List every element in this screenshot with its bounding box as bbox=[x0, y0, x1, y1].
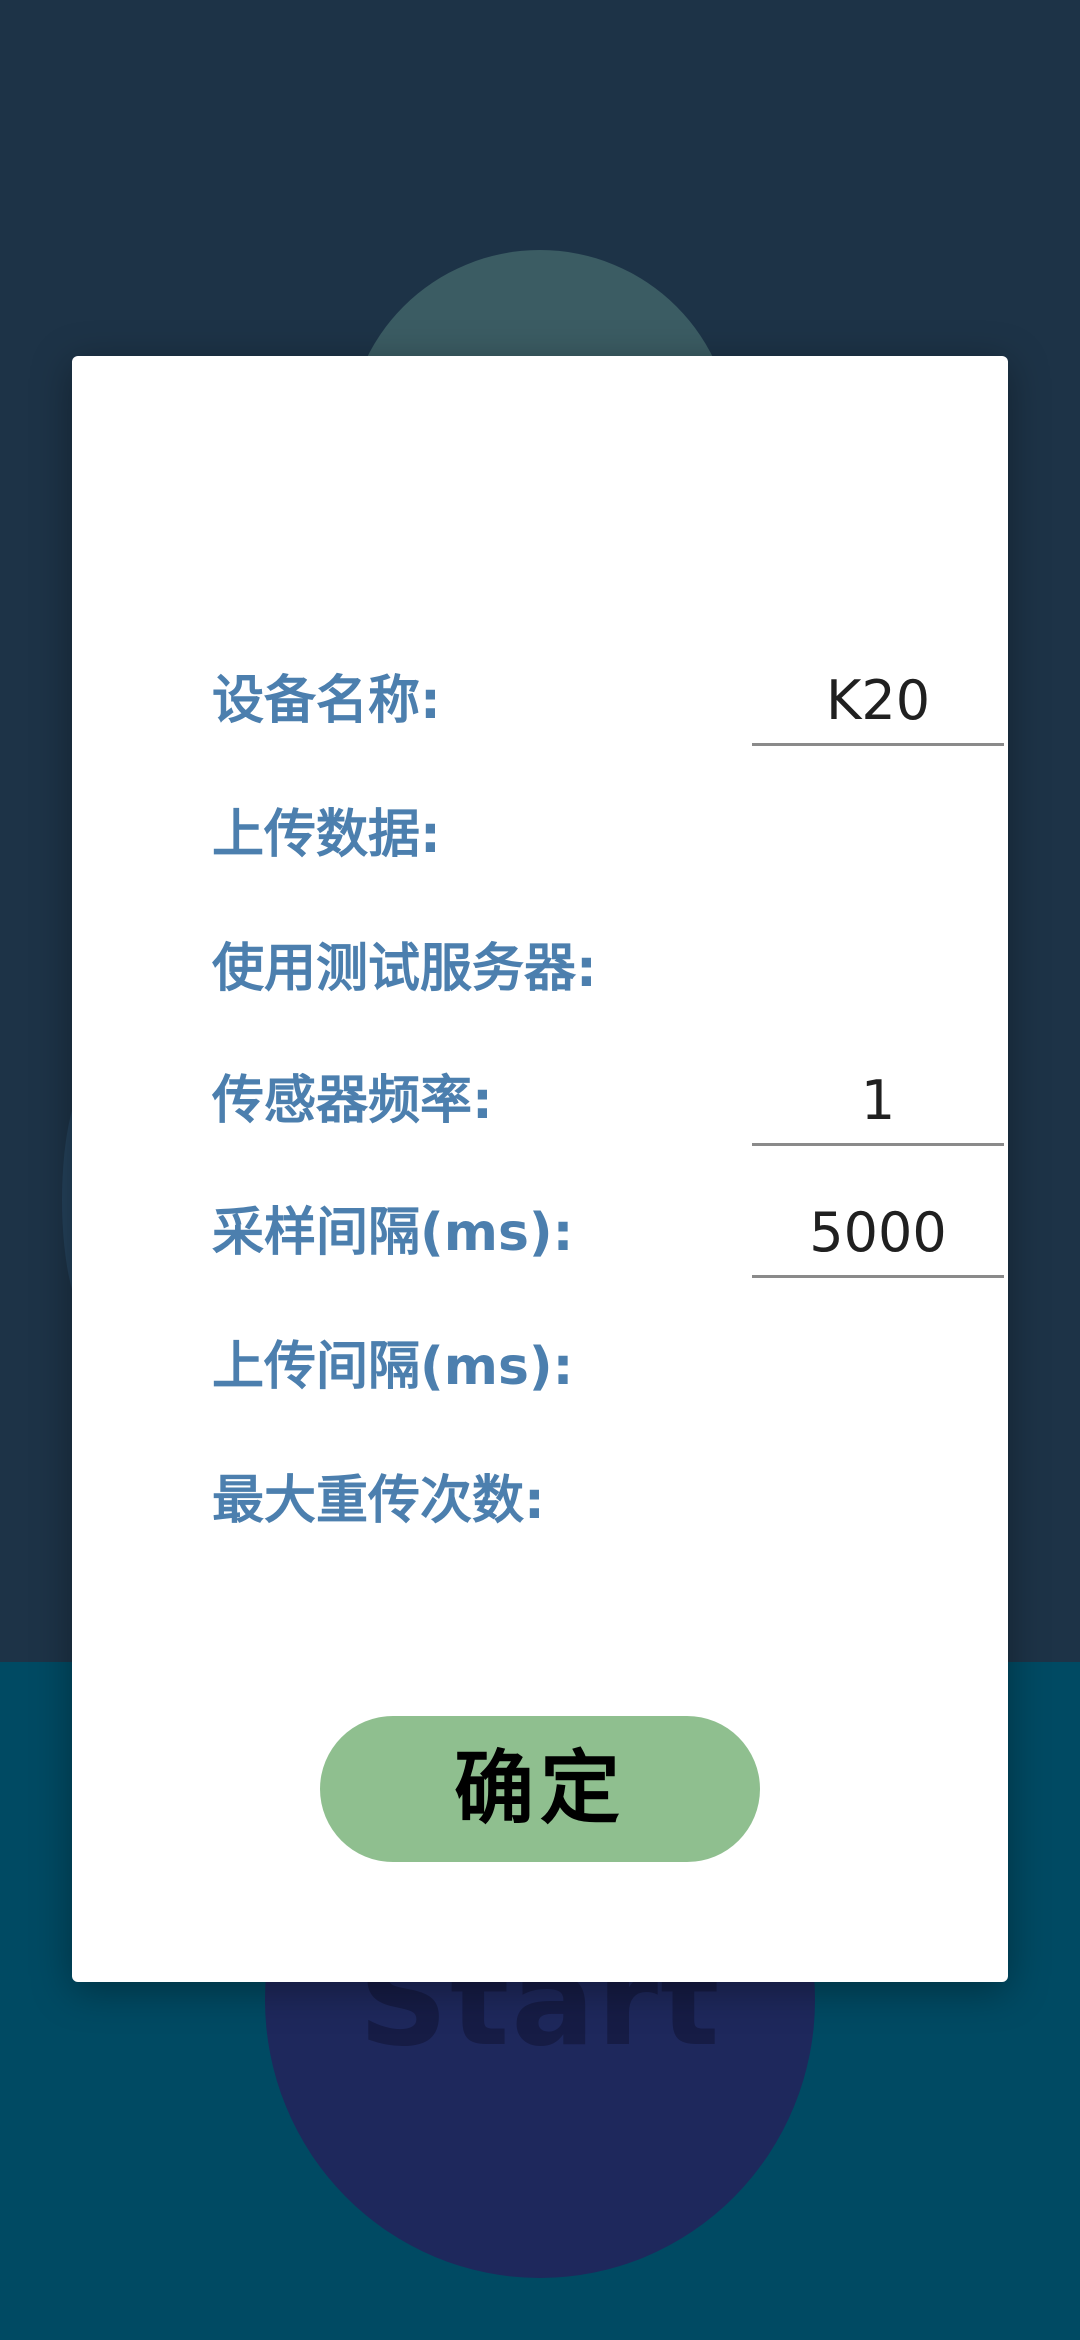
row-upload-interval: 上传间隔(ms): bbox=[212, 1322, 952, 1412]
upload-data-label: 上传数据: bbox=[212, 805, 441, 865]
max-retransmissions-label: 最大重传次数: bbox=[212, 1471, 545, 1531]
confirm-button[interactable]: 确定 bbox=[320, 1716, 760, 1862]
row-use-test-server: 使用测试服务器: bbox=[212, 924, 952, 1014]
screen: Start 设备名称: K20 上传数据: 使用测试服务器: 传感器频率: 1 … bbox=[0, 0, 1080, 2340]
device-name-input[interactable]: K20 bbox=[752, 656, 1004, 746]
device-name-label: 设备名称: bbox=[212, 671, 441, 731]
sensor-frequency-label: 传感器频率: bbox=[212, 1071, 493, 1131]
row-max-retransmissions: 最大重传次数: bbox=[212, 1456, 952, 1546]
row-device-name: 设备名称: K20 bbox=[212, 656, 1004, 746]
sensor-frequency-input[interactable]: 1 bbox=[752, 1056, 1004, 1146]
row-sampling-interval: 采样间隔(ms): 5000 bbox=[212, 1188, 1004, 1278]
upload-interval-label: 上传间隔(ms): bbox=[212, 1337, 574, 1397]
sampling-interval-input[interactable]: 5000 bbox=[752, 1188, 1004, 1278]
row-sensor-frequency: 传感器频率: 1 bbox=[212, 1056, 1004, 1146]
use-test-server-label: 使用测试服务器: bbox=[212, 939, 597, 999]
row-upload-data: 上传数据: bbox=[212, 790, 952, 880]
sampling-interval-label: 采样间隔(ms): bbox=[212, 1203, 574, 1263]
settings-dialog: 设备名称: K20 上传数据: 使用测试服务器: 传感器频率: 1 采样间隔(m… bbox=[72, 356, 1008, 1982]
